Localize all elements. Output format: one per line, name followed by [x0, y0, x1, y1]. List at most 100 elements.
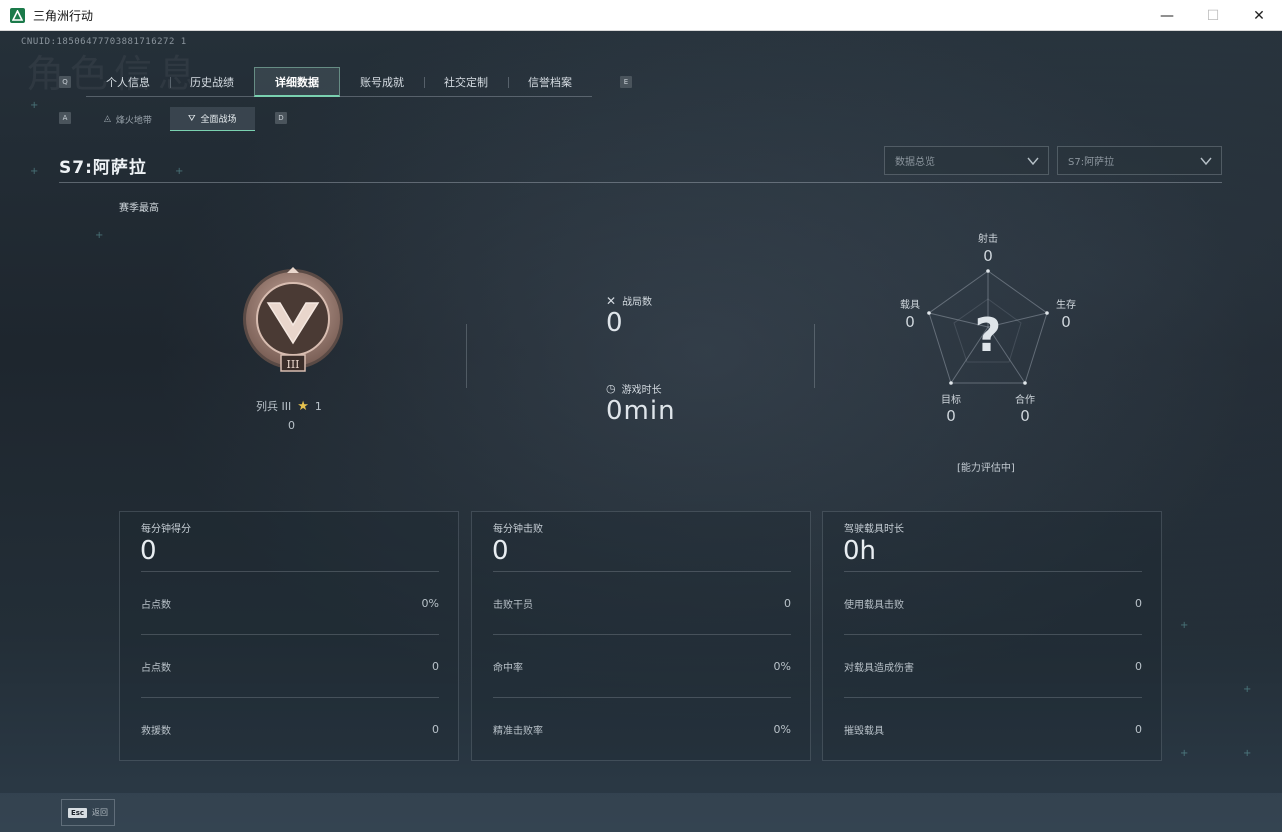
panel-row-value: 0 — [784, 596, 791, 610]
panel-value: 0h — [843, 536, 877, 566]
warfare-mode-icon: ⛛ — [187, 113, 196, 124]
radar-axis-survival-value: 0 — [1061, 313, 1071, 331]
panel-row-label: 命中率 — [493, 662, 523, 674]
crosshair-decoration-icon: + — [30, 166, 39, 177]
window-title: 三角洲行动 — [33, 8, 94, 23]
tab-social[interactable]: 社交定制 — [424, 67, 508, 97]
subtab-operations[interactable]: ◬ 烽火地带 — [86, 107, 170, 131]
app-logo-icon — [10, 7, 25, 23]
panel-title: 每分钟击败 — [493, 524, 543, 535]
crosshair-decoration-icon: + — [95, 230, 104, 241]
panel-row-value: 0 — [432, 659, 439, 673]
subtab-warfare-label: 全面战场 — [200, 115, 237, 125]
subtab-warfare[interactable]: ⛛ 全面战场 — [169, 107, 255, 131]
panel-row: 占点数 0% — [141, 571, 439, 634]
rank-numeral: III — [286, 358, 299, 371]
radar-axis-vehicle-value: 0 — [905, 313, 915, 331]
subtab-operations-label: 烽火地带 — [115, 115, 152, 126]
stats-panel-score: 每分钟得分 0 占点数 0% 占点数 0 救援数 0 — [119, 511, 459, 761]
panel-row-label: 击败干员 — [493, 599, 533, 611]
playtime-stat: ◷ 游戏时长 — [606, 381, 662, 396]
season-title: S7:阿萨拉 — [59, 158, 147, 178]
panel-row: 精准击败率 0% — [493, 697, 791, 760]
panel-row: 击败干员 0 — [493, 571, 791, 634]
matches-stat: ✕ 战局数 — [606, 293, 653, 309]
panel-row-value: 0% — [773, 659, 791, 673]
window-titlebar: 三角洲行动 — ☐ ✕ — [0, 0, 1282, 31]
close-button[interactable]: ✕ — [1236, 0, 1282, 31]
section-divider — [814, 324, 815, 388]
data-scope-dropdown-value: 数据总览 — [895, 157, 935, 168]
subtab-next-key-hint[interactable]: D — [275, 112, 287, 124]
playtime-value: 0min — [606, 396, 676, 426]
panel-row-label: 摧毁载具 — [844, 725, 884, 737]
back-label: 返回 — [92, 808, 109, 817]
tab-history[interactable]: 历史战绩 — [170, 67, 254, 97]
season-divider — [59, 182, 1222, 183]
season-dropdown[interactable]: S7:阿萨拉 — [1057, 146, 1222, 175]
panel-row: 使用载具击败 0 — [844, 571, 1142, 634]
matches-value: 0 — [606, 308, 624, 338]
clock-icon: ◷ — [606, 382, 616, 395]
season-dropdown-value: S7:阿萨拉 — [1068, 157, 1115, 168]
back-button[interactable]: Esc 返回 — [61, 799, 115, 826]
panel-row-label: 占点数 — [141, 599, 171, 611]
footer-bar — [0, 793, 1282, 832]
game-main-area: 角色信息 CNUID:18506477703881716272 1 + + + … — [0, 31, 1282, 832]
rank-info: 列兵 III ★ 1 — [256, 398, 322, 414]
tab-personal-info[interactable]: 个人信息 — [86, 67, 170, 97]
ability-radar-chart: ? — [927, 269, 1049, 385]
maximize-button[interactable]: ☐ — [1190, 0, 1236, 31]
panel-row: 命中率 0% — [493, 634, 791, 697]
data-scope-dropdown[interactable]: 数据总览 — [884, 146, 1049, 175]
operations-mode-icon: ◬ — [104, 114, 111, 124]
ability-status: [能力评估中] — [957, 463, 1015, 474]
panel-row-value: 0 — [1135, 722, 1142, 736]
unknown-ability-mark: ? — [975, 308, 1002, 362]
main-tab-bar: 个人信息 历史战绩 详细数据 账号成就 社交定制 信誉档案 — [86, 67, 592, 97]
panel-row-value: 0 — [1135, 596, 1142, 610]
stats-panel-vehicle: 驾驶载具时长 0h 使用载具击败 0 对载具造成伤害 0 摧毁载具 0 — [822, 511, 1162, 761]
crosshair-decoration-icon: + — [1180, 748, 1189, 759]
crosshair-decoration-icon: + — [1180, 620, 1189, 631]
esc-key-hint: Esc — [67, 807, 88, 818]
rank-stars: 1 — [314, 399, 322, 413]
panel-row-label: 救援数 — [141, 725, 171, 737]
panel-row: 救援数 0 — [141, 697, 439, 760]
panel-row: 对载具造成伤害 0 — [844, 634, 1142, 697]
radar-axis-survival-label: 生存 — [1056, 300, 1076, 311]
section-divider — [466, 324, 467, 388]
tab-achievements[interactable]: 账号成就 — [340, 67, 424, 97]
crosshair-decoration-icon: + — [175, 166, 184, 177]
radar-axis-objective-value: 0 — [946, 407, 956, 425]
season-high-label: 赛季最高 — [119, 203, 159, 214]
radar-axis-shooting-value: 0 — [983, 247, 993, 265]
radar-axis-objective-label: 目标 — [941, 395, 961, 406]
stats-panel-kills: 每分钟击败 0 击败干员 0 命中率 0% 精准击败率 0% — [471, 511, 811, 761]
radar-axis-teamwork-label: 合作 — [1015, 395, 1035, 406]
crosshair-decoration-icon: + — [1243, 748, 1252, 759]
subtab-prev-key-hint[interactable]: A — [59, 112, 71, 124]
tab-reputation[interactable]: 信誉档案 — [508, 67, 592, 97]
crosshair-decoration-icon: + — [30, 100, 39, 111]
playtime-label: 游戏时长 — [621, 385, 662, 396]
tab-detailed-data[interactable]: 详细数据 — [254, 67, 340, 97]
mode-subtab-bar: ◬ 烽火地带 ⛛ 全面战场 — [86, 107, 255, 131]
panel-row-label: 占点数 — [141, 662, 171, 674]
rank-score: 0 — [288, 419, 295, 432]
panel-value: 0 — [140, 536, 157, 566]
tab-next-key-hint[interactable]: E — [620, 76, 632, 88]
panel-row: 摧毁载具 0 — [844, 697, 1142, 760]
panel-value: 0 — [492, 536, 509, 566]
panel-title: 每分钟得分 — [141, 524, 191, 535]
panel-row: 占点数 0 — [141, 634, 439, 697]
panel-row-label: 对载具造成伤害 — [844, 662, 914, 674]
matches-label: 战局数 — [622, 297, 653, 308]
rank-name: 列兵 III — [256, 400, 292, 413]
crossed-swords-icon: ✕ — [606, 293, 617, 308]
radar-axis-shooting-label: 射击 — [978, 234, 998, 245]
panel-row-label: 使用载具击败 — [844, 599, 904, 611]
tab-prev-key-hint[interactable]: Q — [59, 76, 71, 88]
minimize-button[interactable]: — — [1144, 0, 1190, 31]
radar-axis-teamwork-value: 0 — [1020, 407, 1030, 425]
